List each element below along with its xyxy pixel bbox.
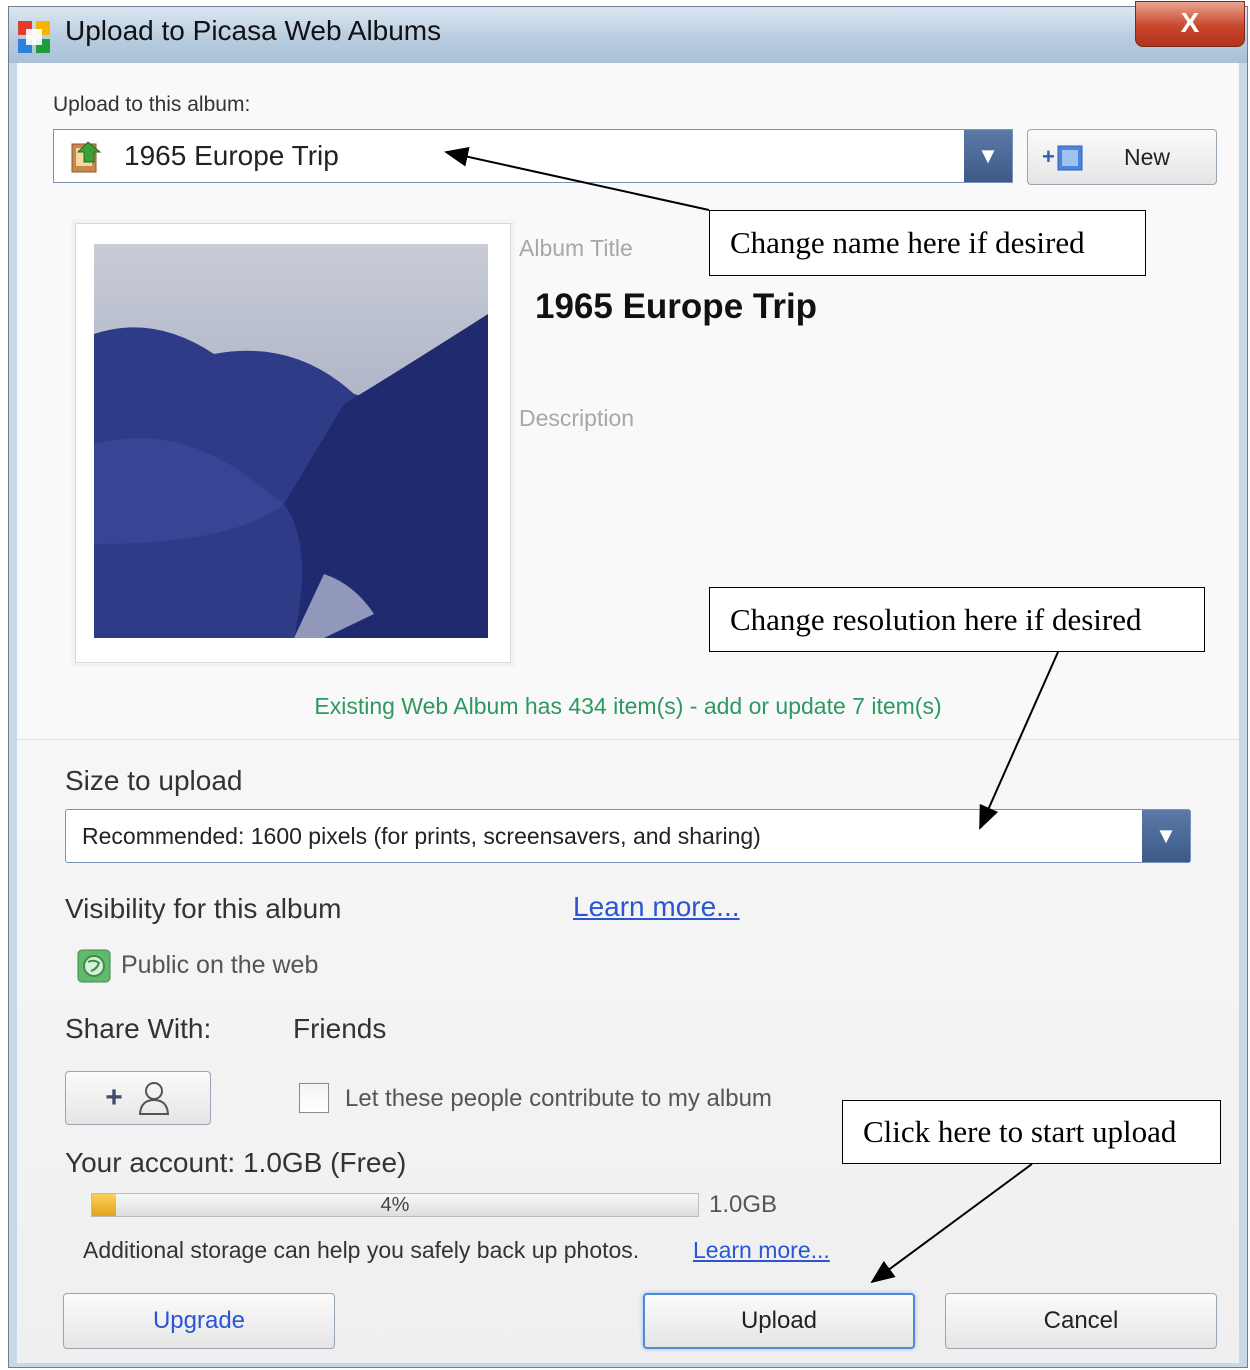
description-field[interactable] xyxy=(519,439,1119,599)
close-icon: X xyxy=(1180,7,1200,38)
add-people-button[interactable]: + xyxy=(65,1071,211,1125)
upgrade-label: Upgrade xyxy=(152,1307,246,1334)
add-glyph: + xyxy=(105,1081,123,1114)
album-label: Upload to this album: xyxy=(53,93,251,116)
window-title: Upload to Picasa Web Albums xyxy=(65,15,442,46)
chevron-down-icon: ▼ xyxy=(1155,823,1177,848)
picasa-logo-icon xyxy=(18,21,50,53)
cancel-label: Cancel xyxy=(1043,1307,1119,1334)
cancel-button[interactable]: Cancel xyxy=(945,1293,1217,1349)
storage-learn-more-link[interactable]: Learn more... xyxy=(693,1237,830,1264)
size-select-value: Recommended: 1600 pixels (for prints, sc… xyxy=(82,823,761,849)
title-bar: Upload to Picasa Web Albums X xyxy=(9,1,1247,63)
new-button-label: New xyxy=(1124,144,1171,170)
upload-label: Upload xyxy=(740,1307,818,1334)
upload-button[interactable]: Upload xyxy=(643,1293,915,1349)
new-album-button[interactable]: + New xyxy=(1027,129,1217,185)
share-value: Friends xyxy=(293,1013,387,1044)
storage-total: 1.0GB xyxy=(709,1191,778,1218)
chevron-down-icon: ▼ xyxy=(977,143,999,168)
album-status: Existing Web Album has 434 item(s) - add… xyxy=(314,693,942,719)
storage-progress: 4% xyxy=(91,1193,699,1217)
public-globe-icon xyxy=(77,949,111,983)
description-label: Description xyxy=(519,405,635,431)
size-select[interactable]: Recommended: 1600 pixels (for prints, sc… xyxy=(65,809,1191,863)
share-label: Share With: xyxy=(65,1013,212,1044)
close-button[interactable]: X xyxy=(1135,1,1245,47)
contribute-checkbox[interactable] xyxy=(299,1083,329,1113)
callout-change-resolution: Change resolution here if desired xyxy=(709,587,1205,652)
album-title-field[interactable]: 1965 Europe Trip xyxy=(535,287,817,327)
album-cover-image xyxy=(94,244,488,638)
upgrade-button[interactable]: Upgrade xyxy=(63,1293,335,1349)
visibility-label: Visibility for this album xyxy=(65,893,342,924)
account-label: Your account: 1.0GB (Free) xyxy=(65,1147,407,1178)
album-cover xyxy=(75,223,511,663)
contribute-label: Let these people contribute to my album xyxy=(345,1085,772,1112)
album-title-label: Album Title xyxy=(519,235,633,261)
svg-text:+: + xyxy=(1042,144,1055,169)
callout-start-upload: Click here to start upload xyxy=(842,1100,1221,1164)
visibility-learn-more-link[interactable]: Learn more... xyxy=(573,891,740,923)
storage-note: Additional storage can help you safely b… xyxy=(83,1237,640,1263)
add-person-icon xyxy=(138,1082,169,1115)
album-dropdown-button[interactable]: ▼ xyxy=(964,130,1012,182)
storage-percent: 4% xyxy=(380,1194,410,1216)
new-album-icon: + xyxy=(1042,144,1083,171)
album-icon xyxy=(71,141,102,173)
size-dropdown-button[interactable]: ▼ xyxy=(1142,810,1190,862)
size-label: Size to upload xyxy=(65,765,243,796)
album-select-value: 1965 Europe Trip xyxy=(124,140,339,171)
callout-change-name: Change name here if desired xyxy=(709,210,1146,276)
visibility-value: Public on the web xyxy=(121,951,319,979)
album-select[interactable]: 1965 Europe Trip ▼ xyxy=(53,129,1013,183)
